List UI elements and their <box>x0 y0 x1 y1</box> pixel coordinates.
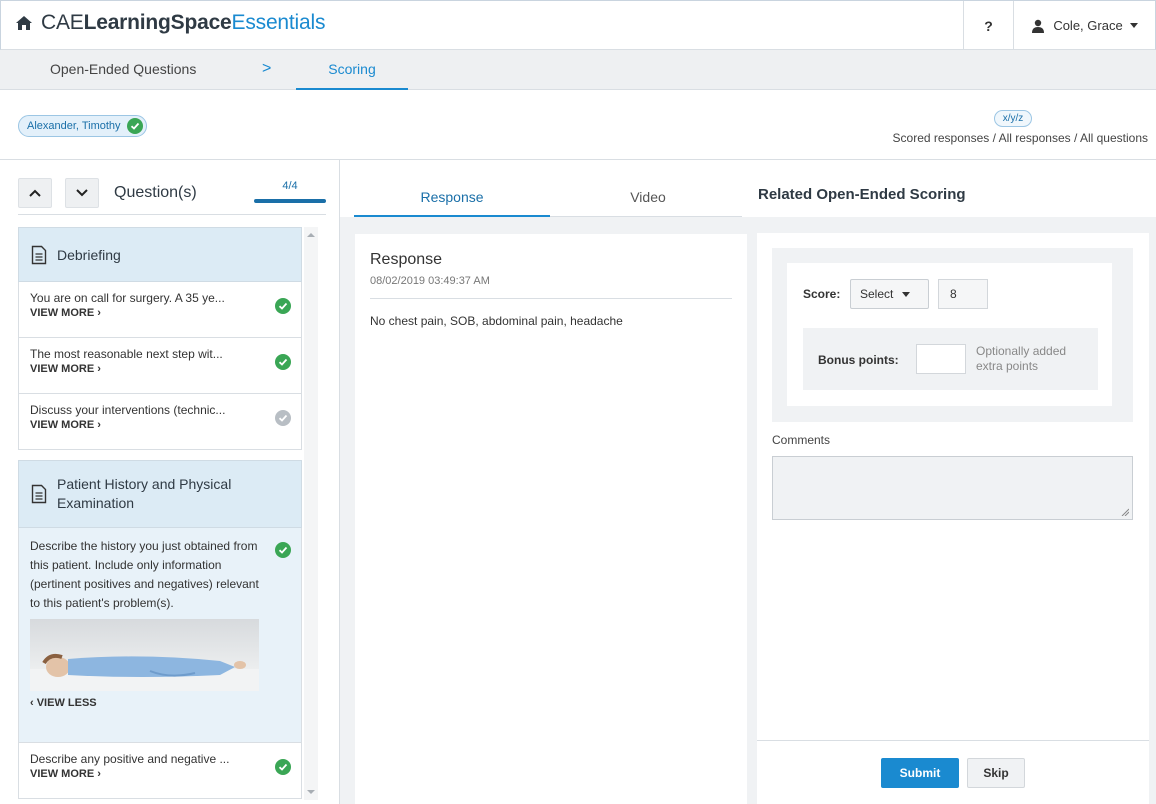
question-item[interactable]: The most reasonable next step wit... VIE… <box>18 338 302 394</box>
brand-main: LearningSpace <box>83 11 232 34</box>
question-item[interactable]: Discuss your interventions (technic... V… <box>18 394 302 450</box>
brand-suffix: Essentials <box>231 11 326 34</box>
user-name: Cole, Grace <box>1053 18 1123 33</box>
check-circle-icon <box>275 759 291 775</box>
breadcrumb-scoring[interactable]: Scoring <box>296 50 408 90</box>
scroll-down-icon[interactable] <box>307 788 315 796</box>
response-title: Response <box>370 251 443 268</box>
question-count: 4/4 <box>282 180 298 192</box>
scroll-up-icon[interactable] <box>307 231 315 239</box>
check-circle-icon <box>275 542 291 558</box>
response-tabs: Response Video <box>354 176 742 217</box>
bonus-points-input[interactable] <box>916 344 966 374</box>
view-less-link[interactable]: ‹ VIEW LESS <box>30 697 291 709</box>
student-name: Alexander, Timothy <box>27 120 121 132</box>
patient-image <box>30 619 259 691</box>
view-more-link[interactable]: VIEW MORE › <box>30 768 291 780</box>
scoring-panel-title: Related Open-Ended Scoring <box>758 186 966 203</box>
document-icon <box>31 484 47 504</box>
scoring-footer: Submit Skip <box>757 740 1149 804</box>
user-menu-button[interactable]: Cole, Grace <box>1013 1 1155 50</box>
bonus-points-label: Bonus points: <box>818 353 899 367</box>
question-text: Discuss your interventions (technic... <box>30 403 226 417</box>
view-more-link[interactable]: VIEW MORE › <box>30 419 291 431</box>
question-text: You are on call for surgery. A 35 ye... <box>30 291 225 305</box>
submit-button[interactable]: Submit <box>881 758 959 788</box>
view-more-link[interactable]: VIEW MORE › <box>30 307 291 319</box>
brand-prefix: CAE <box>41 11 84 34</box>
check-circle-icon <box>275 354 291 370</box>
score-label: Score: <box>803 287 841 301</box>
resize-handle-icon[interactable] <box>1121 508 1129 516</box>
chevron-right-icon: > <box>262 60 272 77</box>
question-progress-bar <box>254 199 326 203</box>
patient-manikin-icon <box>30 653 259 691</box>
brand[interactable]: CAELearningSpaceEssentials <box>15 11 325 35</box>
user-icon <box>1032 19 1045 33</box>
response-card: Response 08/02/2019 03:49:37 AM No chest… <box>355 234 747 804</box>
bonus-points-hint: Optionally added extra points <box>976 344 1067 373</box>
home-icon <box>16 16 32 30</box>
student-chip[interactable]: Alexander, Timothy <box>18 115 147 137</box>
comments-label: Comments <box>772 433 831 447</box>
score-select-dropdown[interactable]: Select <box>850 279 929 309</box>
caret-down-icon <box>1129 23 1138 28</box>
scoring-card: Score: Select 8 Bonus points: Optionally… <box>757 233 1149 804</box>
score-value-field[interactable]: 8 <box>938 279 988 309</box>
skip-button[interactable]: Skip <box>967 758 1025 788</box>
view-more-link[interactable]: VIEW MORE › <box>30 363 291 375</box>
chevron-down-icon <box>76 189 88 197</box>
question-navigator: Question(s) 4/4 <box>18 177 326 215</box>
tab-response[interactable]: Response <box>354 176 550 217</box>
app-logo: CAELearningSpaceEssentials <box>41 11 325 35</box>
score-legend-badge: x/y/z <box>994 110 1032 127</box>
bonus-points-section: Bonus points: Optionally added extra poi… <box>803 328 1098 390</box>
section-title: Debriefing <box>57 246 121 263</box>
breadcrumb: Open-Ended Questions > Scoring <box>0 50 1156 90</box>
question-list: Debriefing You are on call for surgery. … <box>18 227 302 800</box>
comments-textarea[interactable] <box>772 456 1133 520</box>
tab-video[interactable]: Video <box>550 176 746 217</box>
score-form: Score: Select 8 Bonus points: Optionally… <box>787 263 1112 406</box>
question-panel: Question(s) 4/4 Debriefing You are on ca… <box>0 160 340 804</box>
question-text: Describe any positive and negative ... <box>30 752 230 766</box>
divider <box>370 298 732 299</box>
question-text: The most reasonable next step wit... <box>30 347 223 361</box>
breadcrumb-open-ended-questions[interactable]: Open-Ended Questions <box>50 50 196 90</box>
question-item-expanded[interactable]: Describe the history you just obtained f… <box>18 528 302 743</box>
score-legend-caption: Scored responses / All responses / All q… <box>892 131 1148 145</box>
question-item[interactable]: Describe any positive and negative ... V… <box>18 743 302 799</box>
top-bar: CAELearningSpaceEssentials ? Cole, Grace <box>0 0 1156 50</box>
caret-down-icon <box>902 291 911 297</box>
section-header-patient-history[interactable]: Patient History and Physical Examination <box>18 460 302 528</box>
chevron-up-icon <box>29 189 41 197</box>
score-section: Score: Select 8 Bonus points: Optionally… <box>772 248 1133 422</box>
check-circle-icon <box>275 298 291 314</box>
score-select-label: Select <box>860 287 894 301</box>
previous-question-button[interactable] <box>18 178 52 208</box>
document-icon <box>31 245 47 264</box>
section-title: Patient History and Physical Examination <box>57 476 232 511</box>
student-row: Alexander, Timothy x/y/z Scored response… <box>0 90 1156 160</box>
check-circle-pending-icon <box>275 410 291 426</box>
question-item[interactable]: You are on call for surgery. A 35 ye... … <box>18 282 302 338</box>
question-list-scrollbar[interactable] <box>304 227 318 800</box>
next-question-button[interactable] <box>65 178 99 208</box>
check-circle-icon <box>126 118 143 134</box>
section-header-debriefing[interactable]: Debriefing <box>18 227 302 282</box>
help-button[interactable]: ? <box>963 1 1013 50</box>
response-timestamp: 08/02/2019 03:49:37 AM <box>370 275 490 287</box>
questions-label: Question(s) <box>114 184 197 201</box>
response-text: No chest pain, SOB, abdominal pain, head… <box>370 314 623 328</box>
question-text: Describe the history you just obtained f… <box>30 539 259 610</box>
